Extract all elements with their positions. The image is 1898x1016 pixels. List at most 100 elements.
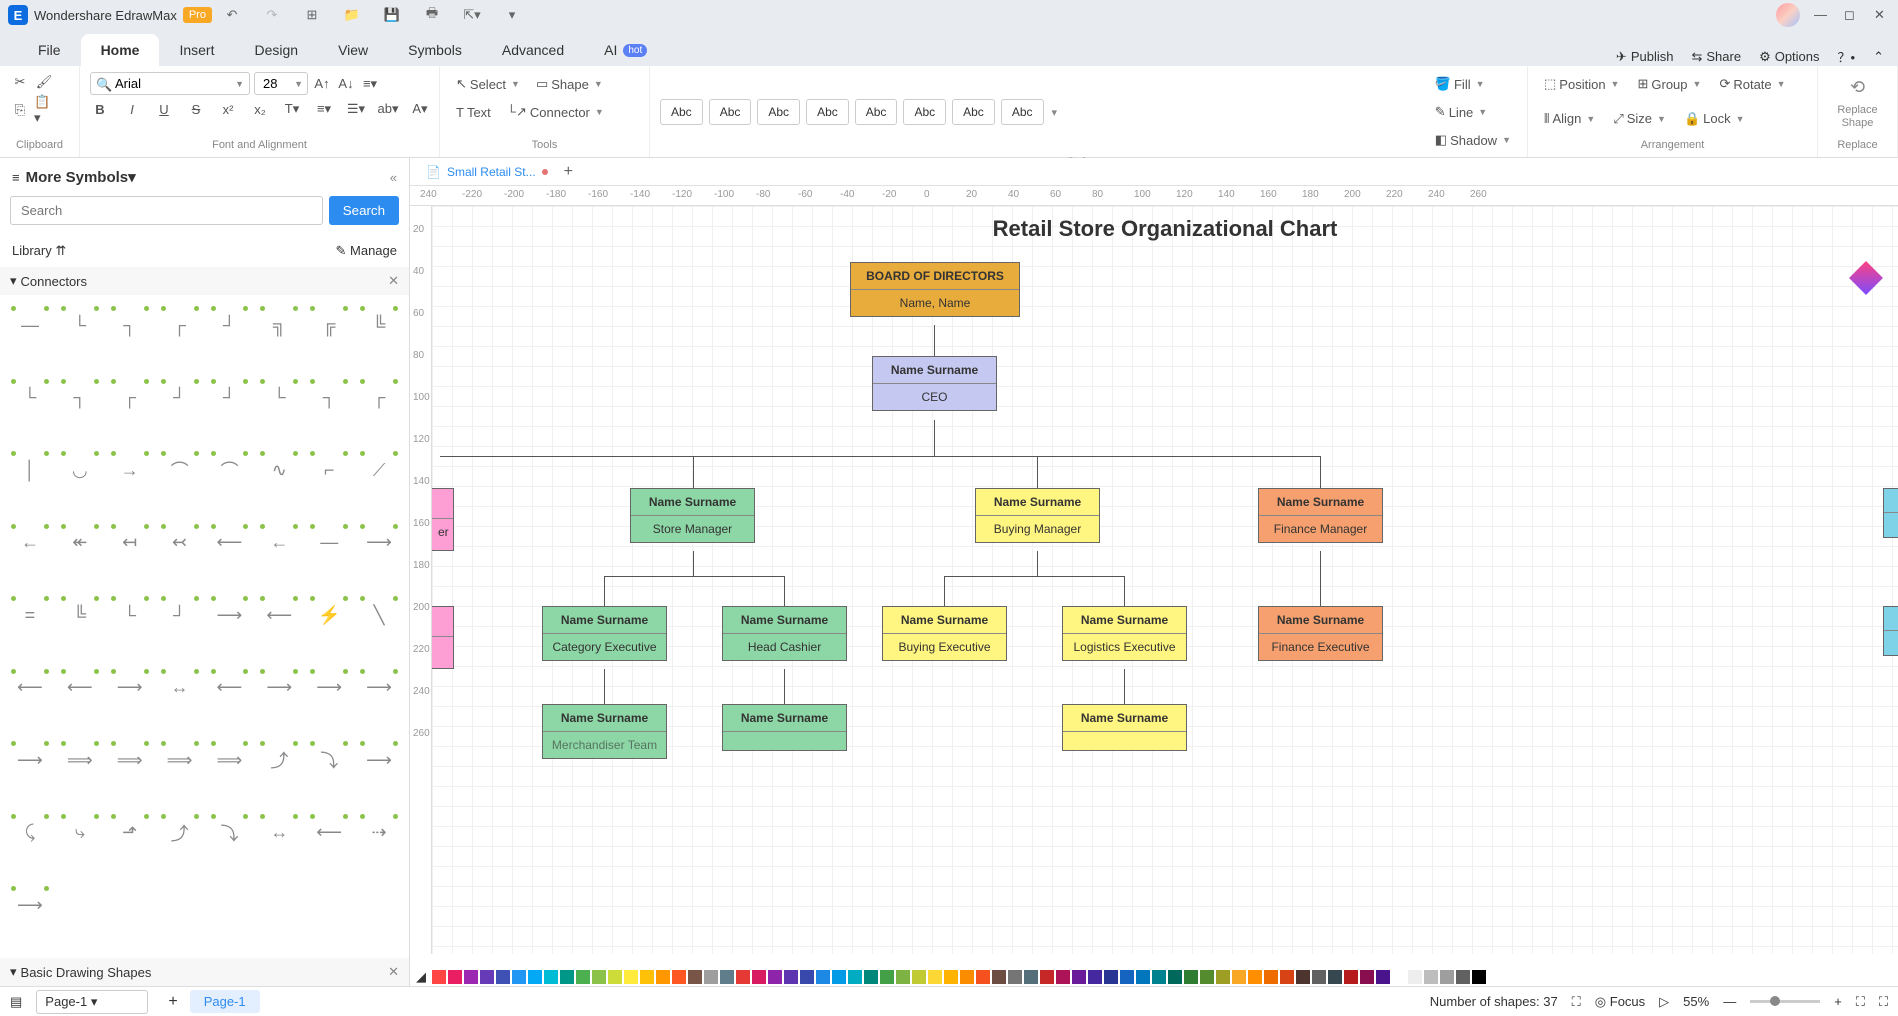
open-icon[interactable]: 📁 [344,7,360,23]
connector-shape[interactable]: ⟶ [357,666,401,710]
connector-shape[interactable]: │ [8,448,52,492]
library-toggle[interactable]: Library ⇈ [12,243,66,259]
color-swatch[interactable] [1264,970,1278,984]
connector-shape[interactable]: ⟹ [58,738,102,782]
add-tab-icon[interactable]: + [564,163,573,181]
style-chip[interactable]: Abc [952,99,995,125]
color-swatch[interactable] [944,970,958,984]
color-swatch[interactable] [880,970,894,984]
connector-shape[interactable]: ⤵ [208,811,252,855]
font-color-icon[interactable]: A▾ [410,99,430,119]
fit-width-icon[interactable]: ⛶ [1856,994,1865,1010]
color-swatch[interactable] [1232,970,1246,984]
menu-symbols[interactable]: Symbols [388,34,482,66]
zoom-out-icon[interactable]: — [1723,994,1736,1009]
connector-shape[interactable]: ┌ [357,376,401,420]
color-swatch[interactable] [480,970,494,984]
color-swatch[interactable] [1056,970,1070,984]
basic-shapes-close-icon[interactable]: ✕ [388,964,399,980]
menu-file[interactable]: File [18,34,81,66]
redo-icon[interactable]: ↷ [264,7,280,23]
color-swatch[interactable] [1472,970,1486,984]
zoom-level[interactable]: 55% [1683,994,1709,1009]
org-buying-exec[interactable]: Name SurnameBuying Executive [882,606,1007,661]
color-swatch[interactable] [640,970,654,984]
highlight-icon[interactable]: ab▾ [378,99,398,119]
color-swatch[interactable] [752,970,766,984]
connector-shape[interactable]: └ [8,376,52,420]
connector-shape[interactable]: ⤴ [158,811,202,855]
color-swatch[interactable] [1104,970,1118,984]
color-swatch[interactable] [800,970,814,984]
symbol-search-button[interactable]: Search [329,196,399,225]
color-swatch[interactable] [1040,970,1054,984]
style-chip[interactable]: Abc [855,99,898,125]
org-cyan-partial[interactable] [1883,488,1898,538]
connector-shape[interactable]: ← [257,521,301,565]
line-spacing-icon[interactable]: ≡▾ [314,99,334,119]
color-swatch[interactable] [1088,970,1102,984]
color-swatch[interactable] [1008,970,1022,984]
org-merchandiser[interactable]: Name SurnameMerchandiser Team [542,704,667,759]
rotate-button[interactable]: ⟳ Rotate▼ [1713,72,1791,96]
connector-shape[interactable]: ⟹ [158,738,202,782]
color-swatch[interactable] [848,970,862,984]
outline-view-icon[interactable]: ▤ [10,994,22,1010]
color-swatch[interactable] [1296,970,1310,984]
color-swatch[interactable] [832,970,846,984]
color-swatch[interactable] [976,970,990,984]
connector-shape[interactable]: ⟵ [208,521,252,565]
connector-shape[interactable]: ⬏ [108,811,152,855]
paste-icon[interactable]: 📋▾ [34,100,54,120]
connector-shape[interactable]: ⟶ [257,666,301,710]
bold-icon[interactable]: B [90,99,110,119]
color-swatch[interactable] [992,970,1006,984]
canvas[interactable]: Retail Store Organizational Chart BOARD … [432,206,1898,954]
connector-shape[interactable]: ┌ [108,376,152,420]
color-swatch[interactable] [1152,970,1166,984]
org-finance-manager[interactable]: Name SurnameFinance Manager [1258,488,1383,543]
connector-shape[interactable]: ⟵ [208,666,252,710]
style-chip[interactable]: Abc [903,99,946,125]
connector-shape[interactable]: ╔ [307,303,351,347]
connector-shape[interactable]: ↤ [108,521,152,565]
presentation-icon[interactable]: ▷ [1659,994,1669,1010]
org-team3[interactable]: Name Surname [1062,704,1187,751]
connector-shape[interactable]: ┐ [58,376,102,420]
line-button[interactable]: ✎ Line▼ [1429,100,1517,124]
align-icon[interactable]: ≡▾ [360,74,380,94]
style-chip[interactable]: Abc [806,99,849,125]
connector-shape[interactable]: ⟵ [58,666,102,710]
sidebar-collapse-icon[interactable]: « [390,170,397,185]
fullscreen-icon[interactable]: ⛶ [1879,994,1888,1010]
org-board[interactable]: BOARD OF DIRECTORSName, Name [850,262,1020,317]
color-swatch[interactable] [512,970,526,984]
connector-shape[interactable]: ╚ [58,593,102,637]
connector-shape[interactable]: ∿ [257,448,301,492]
color-swatch[interactable] [1024,970,1038,984]
minimize-icon[interactable]: — [1814,7,1830,23]
style-chip[interactable]: Abc [709,99,752,125]
color-swatch[interactable] [1344,970,1358,984]
connector-shape[interactable]: ⚡ [307,593,351,637]
org-ceo[interactable]: Name SurnameCEO [872,356,997,411]
connector-shape[interactable]: ⟶ [8,883,52,927]
color-swatch[interactable] [816,970,830,984]
color-swatch[interactable] [496,970,510,984]
style-chip[interactable]: Abc [660,99,703,125]
color-swatch[interactable] [1216,970,1230,984]
connector-shape[interactable]: └ [58,303,102,347]
connector-shape[interactable]: ⤴ [257,738,301,782]
text-button[interactable]: T Text [450,101,497,124]
connector-shape[interactable]: ⌐ [307,448,351,492]
connector-shape[interactable]: — [8,303,52,347]
connector-button[interactable]: └↗ Connector▼ [501,100,610,124]
color-swatch[interactable] [1376,970,1390,984]
case-icon[interactable]: T▾ [282,99,302,119]
color-swatch[interactable] [1168,970,1182,984]
color-swatch[interactable] [1424,970,1438,984]
publish-link[interactable]: ✈ Publish [1616,49,1674,65]
connector-shape[interactable]: ⤵ [307,738,351,782]
connector-shape[interactable]: ↞ [58,521,102,565]
connector-shape[interactable]: ⟶ [357,521,401,565]
